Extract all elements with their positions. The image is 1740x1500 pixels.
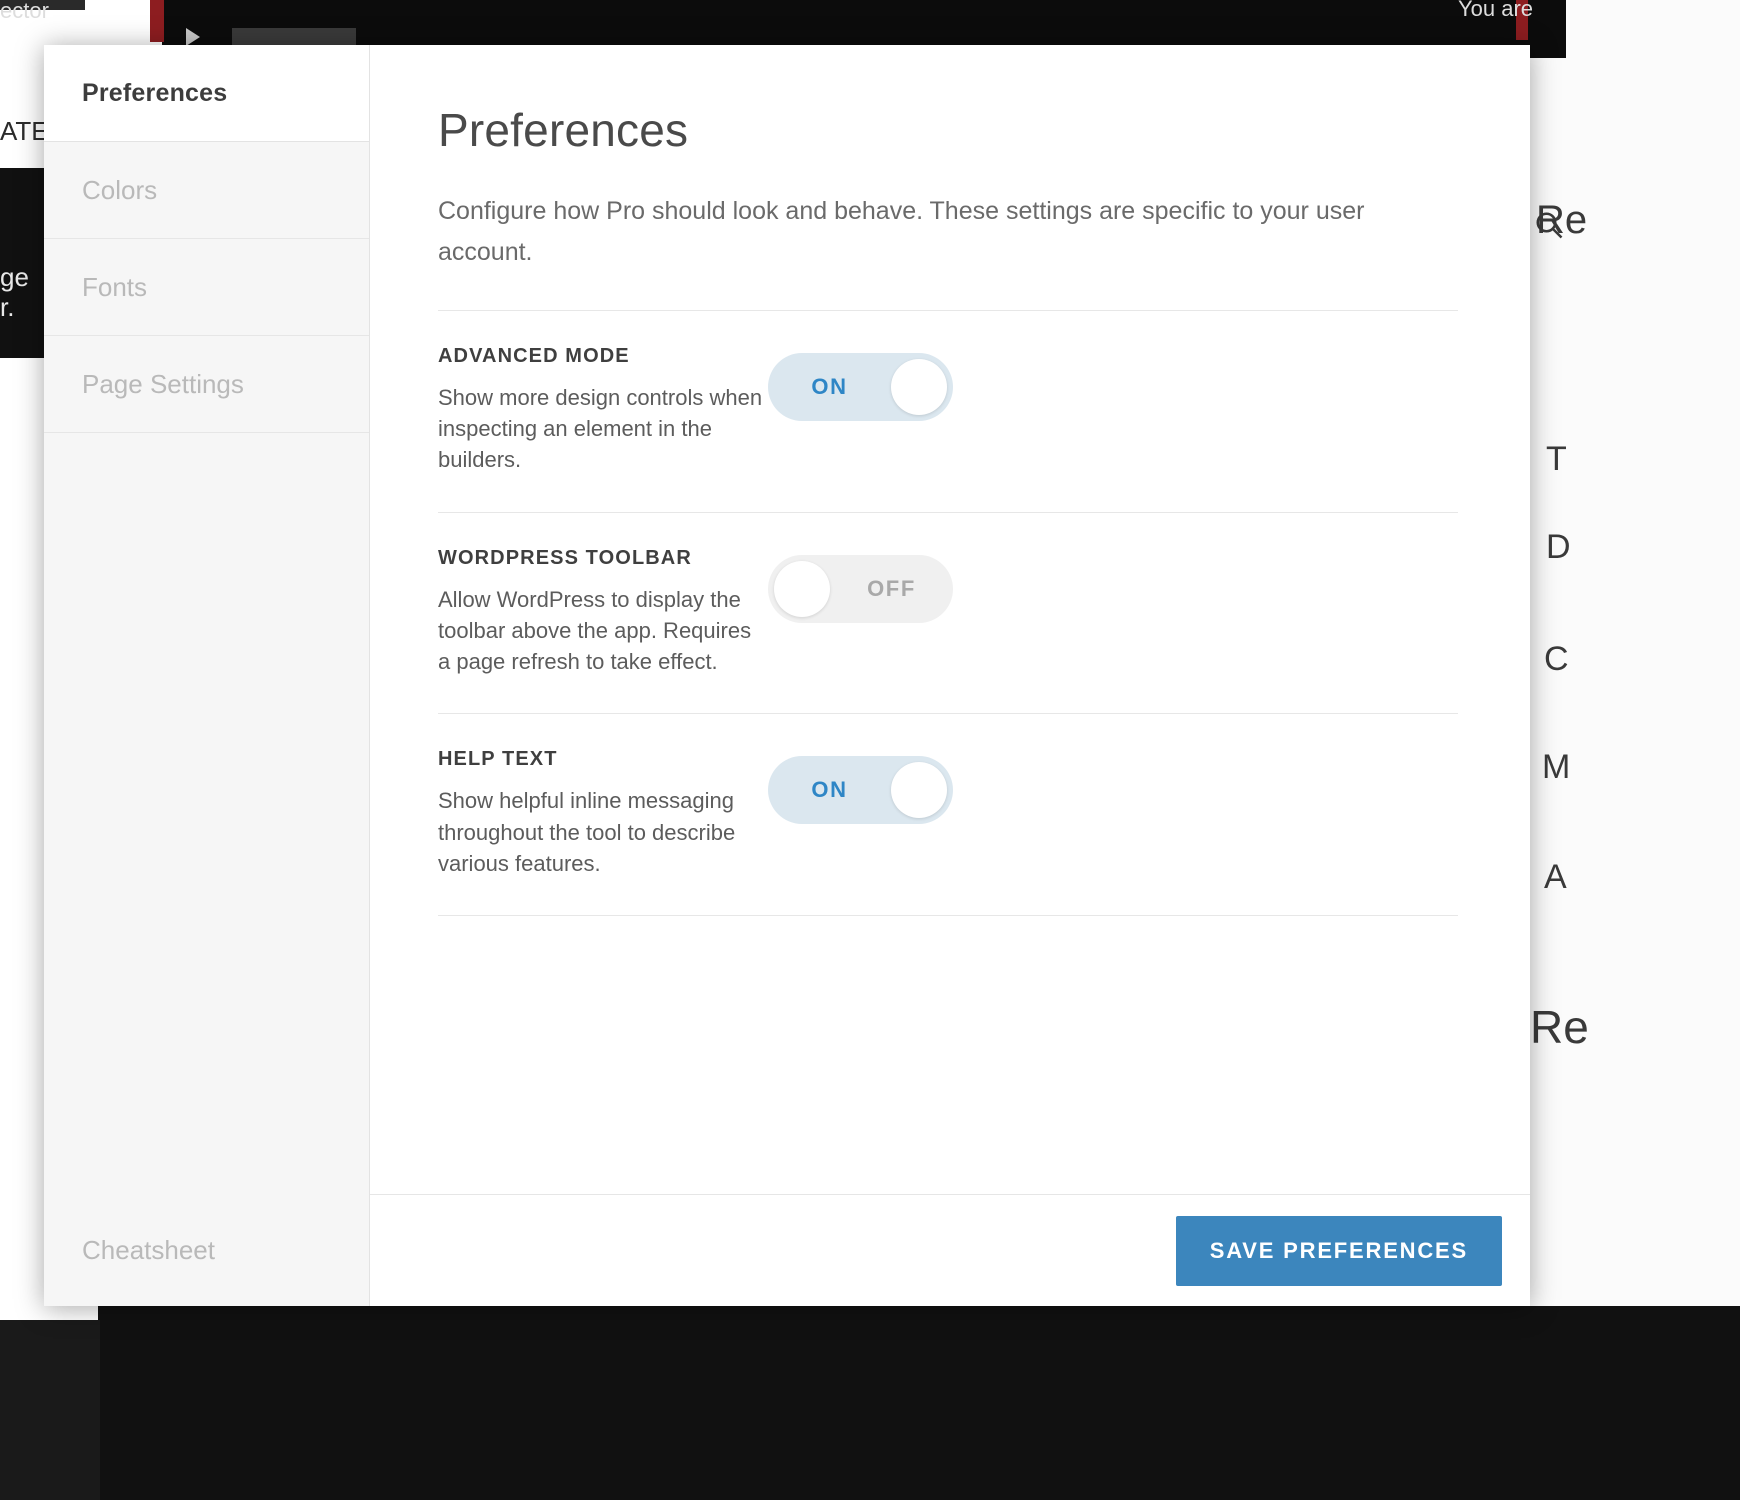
setting-label: HELP TEXT <box>438 748 768 771</box>
settings-scroll-area[interactable]: Preferences Configure how Pro should loo… <box>370 45 1530 1194</box>
play-icon <box>186 28 200 46</box>
toggle-state-label: OFF <box>830 576 953 602</box>
cheatsheet-link[interactable]: Cheatsheet <box>82 1235 215 1266</box>
background-text: C <box>1544 640 1569 679</box>
sidebar-item-page-settings[interactable]: Page Settings <box>44 336 369 433</box>
background-text: ATE <box>0 116 49 147</box>
background-text: A <box>1544 858 1567 897</box>
sidebar-footer: Cheatsheet <box>44 1194 369 1306</box>
setting-label: ADVANCED MODE <box>438 345 768 368</box>
background-text: D <box>1546 528 1571 567</box>
toggle-state-label: ON <box>768 374 891 400</box>
toggle-advanced-mode[interactable]: ON <box>768 353 953 421</box>
sidebar-item-fonts[interactable]: Fonts <box>44 239 369 336</box>
modal-sidebar: Preferences Colors Fonts Page Settings C… <box>44 45 370 1306</box>
search-icon <box>1534 210 1564 240</box>
setting-control: ON <box>768 748 1458 824</box>
setting-label: WORDPRESS TOOLBAR <box>438 547 768 570</box>
page-title: Preferences <box>438 103 1462 157</box>
background-text: T <box>1546 440 1567 479</box>
preferences-modal: Preferences Colors Fonts Page Settings C… <box>44 45 1530 1306</box>
save-preferences-button[interactable]: SAVE PREFERENCES <box>1176 1216 1502 1286</box>
setting-description: Allow WordPress to display the toolbar a… <box>438 584 768 678</box>
toggle-knob[interactable] <box>891 762 947 818</box>
settings-content: Preferences Configure how Pro should loo… <box>370 103 1530 916</box>
background-accent-left <box>150 0 164 42</box>
background-text: r. <box>0 292 14 323</box>
toggle-state-label: ON <box>768 777 891 803</box>
setting-description: Show more design controls when inspectin… <box>438 382 768 476</box>
setting-text: WORDPRESS TOOLBAR Allow WordPress to dis… <box>438 547 768 678</box>
setting-text: HELP TEXT Show helpful inline messaging … <box>438 748 768 879</box>
sidebar-item-colors[interactable]: Colors <box>44 142 369 239</box>
setting-row-help-text: HELP TEXT Show helpful inline messaging … <box>438 714 1458 915</box>
modal-footer: SAVE PREFERENCES <box>370 1194 1530 1306</box>
setting-control: ON <box>768 345 1458 421</box>
setting-row-advanced-mode: ADVANCED MODE Show more design controls … <box>438 311 1458 512</box>
sidebar-item-label: Fonts <box>82 272 147 303</box>
background-text: M <box>1542 748 1570 787</box>
background-bottom-left-panel <box>0 1320 100 1500</box>
background-text: ge <box>0 262 29 293</box>
sidebar-title: Preferences <box>82 79 227 108</box>
background-bottom-panel <box>98 1306 1740 1500</box>
background-text: Re <box>1530 1000 1589 1054</box>
page-description: Configure how Pro should look and behave… <box>438 191 1418 272</box>
toggle-knob[interactable] <box>774 561 830 617</box>
sidebar-item-label: Colors <box>82 175 157 206</box>
setting-description: Show helpful inline messaging throughout… <box>438 785 768 879</box>
setting-text: ADVANCED MODE Show more design controls … <box>438 345 768 476</box>
toggle-knob[interactable] <box>891 359 947 415</box>
sidebar-header: Preferences <box>44 45 369 142</box>
setting-control: OFF <box>768 547 1458 623</box>
modal-main: Preferences Configure how Pro should loo… <box>370 45 1530 1306</box>
setting-row-wordpress-toolbar: WORDPRESS TOOLBAR Allow WordPress to dis… <box>438 513 1458 714</box>
sidebar-spacer <box>44 433 369 1194</box>
background-text: You are <box>1458 0 1533 22</box>
sidebar-item-label: Page Settings <box>82 369 244 400</box>
divider <box>438 915 1458 916</box>
toggle-wordpress-toolbar[interactable]: OFF <box>768 555 953 623</box>
background-text: ector <box>0 0 49 24</box>
toggle-help-text[interactable]: ON <box>768 756 953 824</box>
sidebar-nav: Colors Fonts Page Settings <box>44 142 369 433</box>
